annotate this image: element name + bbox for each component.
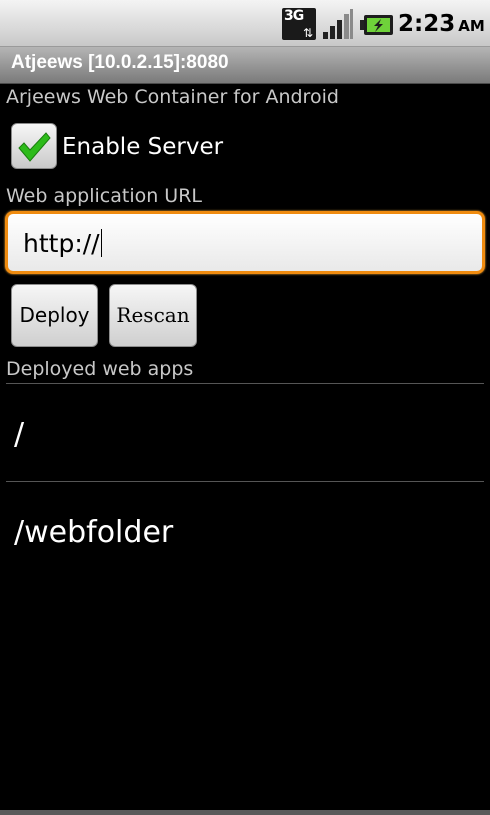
clock-ampm: AM bbox=[458, 17, 485, 35]
text-cursor bbox=[100, 229, 102, 257]
3g-data-icon: 3G ⇅ bbox=[282, 8, 316, 40]
app-title: Atjeews [10.0.2.15]:8080 bbox=[11, 52, 229, 73]
url-input-value: http:// bbox=[23, 229, 100, 258]
list-item-label: /webfolder bbox=[14, 515, 174, 550]
rescan-button[interactable]: Rescan bbox=[109, 284, 197, 347]
list-divider bbox=[6, 481, 484, 482]
title-bar: Atjeews [10.0.2.15]:8080 bbox=[0, 47, 490, 84]
web-app-url-input[interactable]: http:// bbox=[5, 211, 485, 274]
list-item-label: / bbox=[14, 417, 25, 452]
clock: 2:23 AM bbox=[398, 9, 485, 39]
web-app-url-label: Web application URL bbox=[6, 185, 203, 207]
battery-charging-icon bbox=[360, 14, 394, 36]
list-item[interactable]: /webfolder bbox=[0, 483, 490, 579]
checkmark-icon bbox=[18, 132, 51, 162]
enable-server-label[interactable]: Enable Server bbox=[62, 131, 223, 163]
status-bar: 3G ⇅ 2:23 AM bbox=[0, 0, 490, 47]
list-item[interactable]: / bbox=[0, 385, 490, 481]
app-subtitle: Arjeews Web Container for Android bbox=[6, 86, 339, 108]
signal-strength-icon bbox=[322, 8, 354, 40]
deployed-apps-label: Deployed web apps bbox=[6, 358, 194, 380]
deploy-button[interactable]: Deploy bbox=[11, 284, 98, 347]
clock-time: 2:23 bbox=[398, 11, 456, 37]
data-transfer-arrows-icon: ⇅ bbox=[302, 26, 313, 40]
network-type-label: 3G bbox=[284, 8, 304, 24]
bottom-edge bbox=[0, 810, 490, 815]
list-divider bbox=[6, 383, 484, 384]
enable-server-checkbox[interactable] bbox=[11, 123, 57, 169]
